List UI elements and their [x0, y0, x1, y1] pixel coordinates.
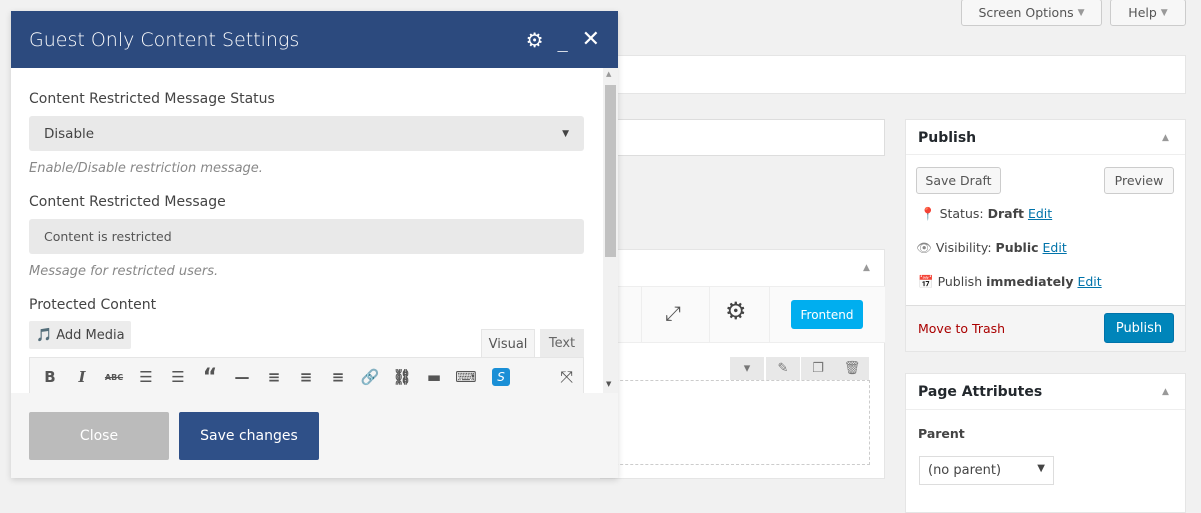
bullet-list-icon[interactable]: ☰ [130, 368, 162, 386]
builder-drop-area[interactable] [600, 380, 870, 465]
edit-visibility-link[interactable]: Edit [1043, 240, 1067, 255]
permalink-bar [600, 55, 1186, 94]
preview-button[interactable]: Preview [1104, 167, 1174, 194]
settings-modal: Guest Only Content Settings ⚙ _ ✕ Conten… [11, 11, 618, 478]
add-media-button[interactable]: 🎵 Add Media [29, 321, 131, 349]
shortcode-icon[interactable]: S [492, 368, 510, 386]
caret-down-icon: ▼ [1160, 7, 1168, 18]
align-left-icon[interactable]: ≡ [258, 368, 290, 386]
modal-title: Guest Only Content Settings [29, 28, 300, 51]
close-icon[interactable]: ✕ [582, 27, 600, 52]
unlink-icon[interactable]: ⛓ [386, 368, 418, 386]
keyboard-icon[interactable]: ⌨ [450, 368, 482, 386]
modal-header: Guest Only Content Settings ⚙ _ ✕ [11, 11, 618, 68]
status-select[interactable]: Disable ▼ [29, 116, 584, 151]
caret-down-icon: ▼ [1077, 7, 1085, 18]
scrollbar[interactable]: ▲ ▼ [603, 68, 618, 393]
title-input[interactable] [600, 119, 885, 156]
parent-select[interactable]: (no parent) ▼ [919, 456, 1054, 485]
collapse-icon[interactable]: ▲ [1162, 387, 1169, 397]
gear-icon[interactable]: ⚙ [526, 28, 544, 52]
editor-toolbar: B I ABC ☰ ☰ “— ≡ ≡ ≡ 🔗 ⛓ ▬ ⌨ S ⤧ [29, 357, 584, 393]
builder-toolbar: ⤢ ⚙ Frontend [601, 286, 885, 343]
horizontal-line-icon[interactable]: — [226, 368, 258, 386]
calendar-icon: 📅 [918, 274, 934, 289]
modal-body: Content Restricted Message Status Disabl… [11, 68, 618, 393]
trash-icon[interactable]: 🗑 [835, 357, 869, 380]
collapse-icon[interactable]: ▲ [1162, 133, 1169, 143]
media-icon: 🎵 [36, 327, 53, 343]
minimize-icon[interactable]: _ [558, 28, 568, 52]
caret-down-icon: ▼ [1037, 463, 1045, 474]
publish-button[interactable]: Publish [1104, 313, 1174, 343]
frontend-button[interactable]: Frontend [791, 300, 863, 329]
copy-icon[interactable]: ❐ [801, 357, 835, 380]
edit-date-link[interactable]: Edit [1077, 274, 1101, 289]
close-button[interactable]: Close [29, 412, 169, 460]
fullscreen-icon[interactable]: ⤧ [560, 367, 573, 387]
eye-icon: 👁 [916, 240, 932, 255]
align-right-icon[interactable]: ≡ [322, 368, 354, 386]
message-input[interactable]: Content is restricted [29, 219, 584, 254]
collapse-icon[interactable]: ▲ [863, 263, 870, 273]
page-attributes-box: Page Attributes ▲ Parent (no parent) ▼ [905, 373, 1186, 513]
gear-icon[interactable]: ⚙ [725, 297, 747, 325]
pin-icon: 📍 [920, 206, 936, 221]
move-to-trash-link[interactable]: Move to Trash [918, 321, 1005, 336]
publish-title: Publish [906, 120, 1185, 155]
blockquote-icon[interactable]: “ [194, 365, 226, 390]
italic-icon[interactable]: I [66, 368, 98, 386]
screen-options-button[interactable]: Screen Options ▼ [961, 0, 1102, 26]
publish-box: Publish ▲ Save Draft Preview 📍 Status: D… [905, 119, 1186, 352]
tab-visual[interactable]: Visual [481, 329, 535, 358]
pencil-icon[interactable]: ✎ [766, 357, 800, 380]
save-draft-button[interactable]: Save Draft [916, 167, 1001, 194]
read-more-icon[interactable]: ▬ [418, 368, 450, 386]
tab-text[interactable]: Text [540, 329, 584, 357]
help-button[interactable]: Help ▼ [1110, 0, 1186, 26]
save-changes-button[interactable]: Save changes [179, 412, 319, 460]
caret-down-icon: ▼ [562, 128, 569, 139]
align-center-icon[interactable]: ≡ [290, 368, 322, 386]
link-icon[interactable]: 🔗 [354, 368, 386, 386]
edit-status-link[interactable]: Edit [1028, 206, 1052, 221]
toggle-icon[interactable]: ▾ [730, 357, 764, 380]
strikethrough-icon[interactable]: ABC [98, 373, 130, 382]
numbered-list-icon[interactable]: ☰ [162, 368, 194, 386]
fullscreen-icon[interactable]: ⤢ [665, 301, 681, 325]
bold-icon[interactable]: B [34, 368, 66, 386]
